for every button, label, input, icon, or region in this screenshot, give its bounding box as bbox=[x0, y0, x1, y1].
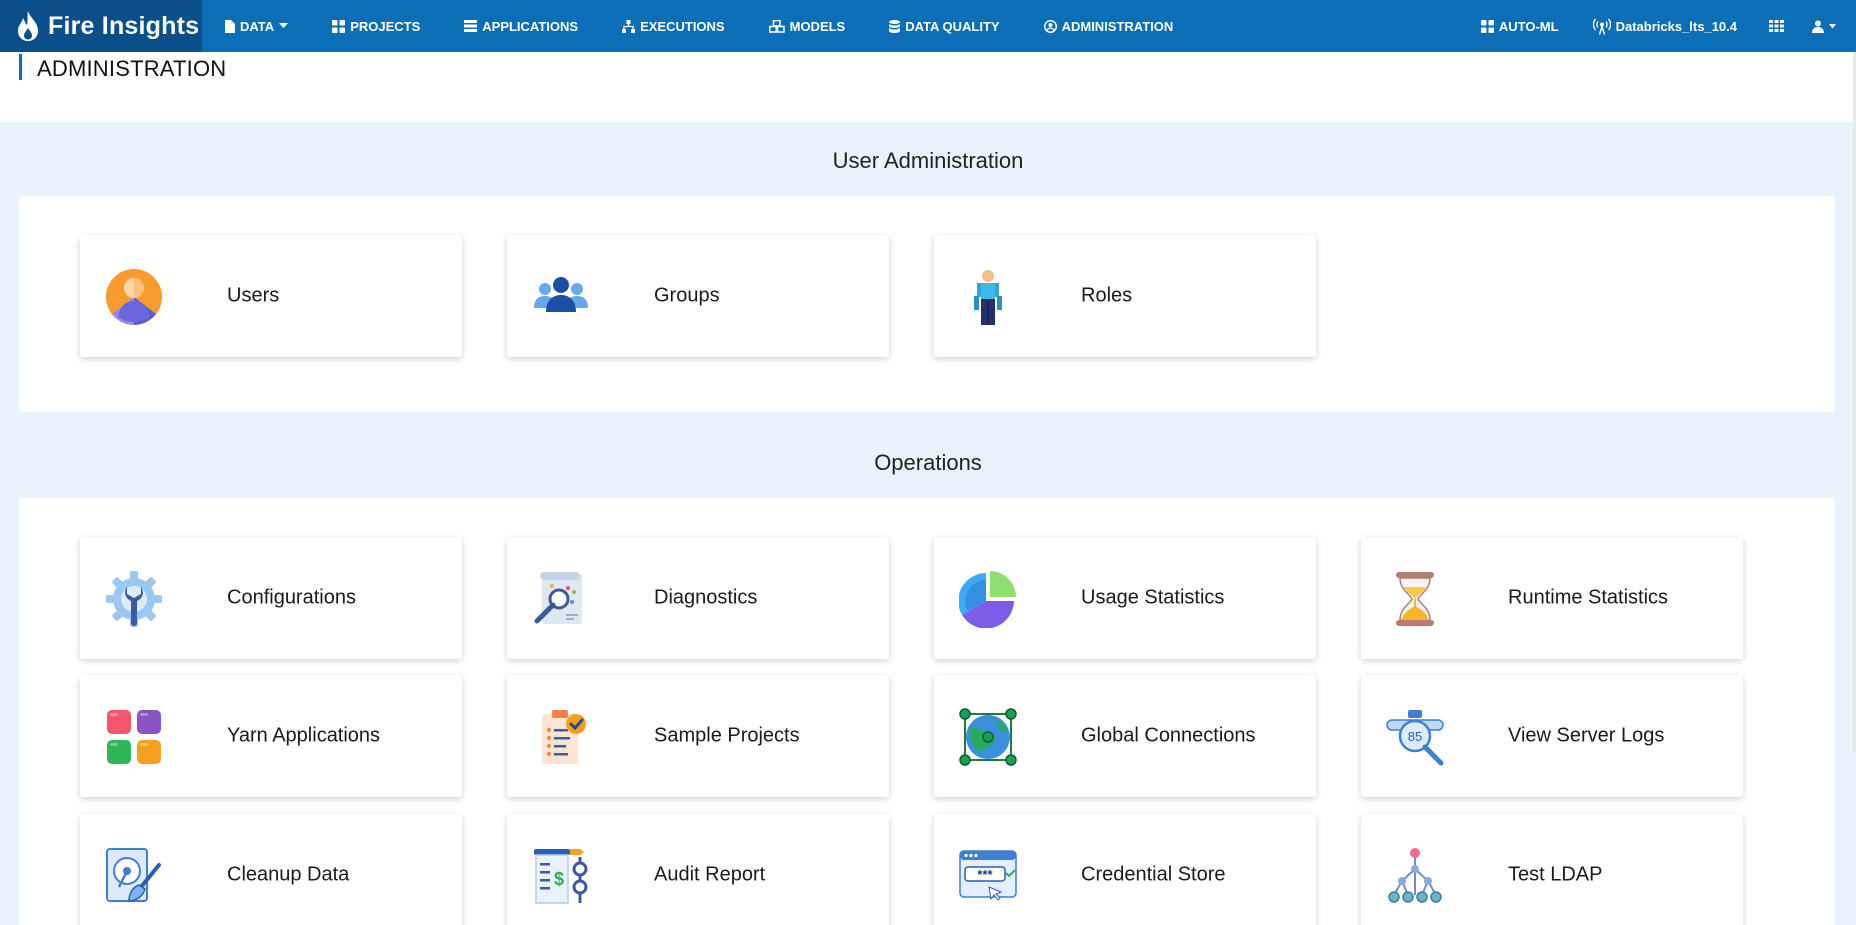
diagnostics-icon bbox=[532, 570, 590, 628]
yarn-applications-label: Yarn Applications bbox=[227, 724, 381, 747]
groups-label: Groups bbox=[654, 284, 720, 307]
nav-data[interactable]: DATA bbox=[224, 0, 289, 52]
list-icon bbox=[464, 20, 478, 32]
nav-applications-label: APPLICATIONS bbox=[482, 18, 579, 34]
groups-card[interactable]: Groups bbox=[507, 235, 889, 357]
dollar-glyph: $ bbox=[554, 869, 564, 889]
runtime-statistics-card[interactable]: Runtime Statistics bbox=[1361, 537, 1743, 659]
nav-auto-ml-label: AUTO-ML bbox=[1498, 18, 1559, 34]
top-navbar: Fire Insights DATA PROJECTS APPLICATIONS… bbox=[0, 0, 1856, 52]
brand-logo[interactable]: Fire Insights bbox=[0, 0, 202, 52]
nav-administration[interactable]: ADMINISTRATION bbox=[1043, 0, 1174, 52]
hourglass-icon bbox=[1386, 570, 1444, 628]
server-logs-icon: 85 bbox=[1386, 708, 1444, 766]
roles-card[interactable]: Roles bbox=[934, 235, 1316, 357]
nav-data-label: DATA bbox=[240, 18, 275, 34]
server-logs-badge: 85 bbox=[1408, 729, 1422, 744]
roles-label: Roles bbox=[1081, 284, 1133, 307]
configurations-label: Configurations bbox=[227, 586, 356, 609]
user-menu-button[interactable] bbox=[1812, 0, 1836, 52]
global-connections-icon bbox=[959, 708, 1017, 766]
page-title: ADMINISTRATION bbox=[37, 56, 227, 81]
usage-statistics-card[interactable]: Usage Statistics bbox=[934, 537, 1316, 659]
usage-statistics-icon bbox=[959, 570, 1017, 628]
audit-report-label: Audit Report bbox=[654, 863, 766, 886]
global-connections-label: Global Connections bbox=[1081, 724, 1256, 747]
test-ldap-label: Test LDAP bbox=[1508, 863, 1603, 886]
user-circle-icon bbox=[1043, 19, 1057, 33]
configurations-card[interactable]: Configurations bbox=[80, 537, 462, 659]
cubes-icon bbox=[768, 19, 785, 33]
diagnostics-card[interactable]: Diagnostics bbox=[507, 537, 889, 659]
nav-data-quality-label: DATA QUALITY bbox=[905, 18, 1000, 34]
audit-report-icon: $ bbox=[532, 847, 590, 905]
grid-icon bbox=[332, 19, 346, 33]
cleanup-data-icon bbox=[105, 847, 163, 905]
sample-projects-icon bbox=[532, 708, 590, 766]
roles-icon bbox=[959, 268, 1017, 326]
grid-icon bbox=[1480, 19, 1494, 33]
credential-store-icon: *** bbox=[959, 847, 1017, 905]
apps-menu-button[interactable] bbox=[1769, 0, 1784, 52]
caret-down-icon bbox=[279, 23, 289, 28]
test-ldap-card[interactable]: Test LDAP bbox=[1361, 814, 1743, 925]
brand-name: Fire Insights bbox=[48, 11, 200, 40]
table-grid-icon bbox=[1769, 20, 1784, 32]
nav-executions-label: EXECUTIONS bbox=[640, 18, 725, 34]
configurations-icon bbox=[105, 570, 163, 628]
nav-administration-label: ADMINISTRATION bbox=[1061, 18, 1174, 34]
operations-panel: Configurations Diagnostics Usage Statist… bbox=[19, 498, 1835, 925]
usage-statistics-label: Usage Statistics bbox=[1081, 586, 1225, 609]
global-connections-card[interactable]: Global Connections bbox=[934, 675, 1316, 797]
yarn-applications-card[interactable]: Yarn Applications bbox=[80, 675, 462, 797]
title-accent-bar bbox=[19, 54, 22, 80]
users-card[interactable]: Users bbox=[80, 235, 462, 357]
nav-applications[interactable]: APPLICATIONS bbox=[464, 0, 578, 52]
sitemap-icon bbox=[622, 19, 636, 33]
view-server-logs-label: View Server Logs bbox=[1508, 724, 1665, 747]
flame-icon bbox=[18, 11, 38, 41]
sample-projects-label: Sample Projects bbox=[654, 724, 800, 747]
cluster-selector[interactable]: Databricks_lts_10.4 bbox=[1592, 0, 1737, 52]
diagnostics-label: Diagnostics bbox=[654, 586, 758, 609]
nav-models[interactable]: MODELS bbox=[768, 0, 846, 52]
audit-report-card[interactable]: $ Audit Report bbox=[507, 814, 889, 925]
operations-title: Operations bbox=[874, 450, 982, 475]
caret-down-icon bbox=[1829, 23, 1836, 28]
database-icon bbox=[889, 19, 901, 33]
credential-store-card[interactable]: *** Credential Store bbox=[934, 814, 1316, 925]
nav-auto-ml[interactable]: AUTO-ML bbox=[1480, 0, 1559, 52]
user-icon bbox=[1812, 20, 1824, 33]
users-label: Users bbox=[227, 284, 280, 307]
file-icon bbox=[225, 19, 235, 33]
nav-projects-label: PROJECTS bbox=[350, 18, 421, 34]
groups-icon bbox=[532, 268, 590, 326]
ldap-icon bbox=[1386, 847, 1444, 905]
credential-store-label: Credential Store bbox=[1081, 863, 1226, 886]
cleanup-data-label: Cleanup Data bbox=[227, 863, 350, 886]
user-administration-panel: Users Groups Roles bbox=[19, 196, 1835, 412]
nav-projects[interactable]: PROJECTS bbox=[332, 0, 420, 52]
yarn-applications-icon bbox=[105, 708, 163, 766]
credential-badge: *** bbox=[977, 867, 993, 882]
page-header: ADMINISTRATION bbox=[0, 52, 1856, 122]
users-icon bbox=[105, 268, 163, 326]
nav-executions[interactable]: EXECUTIONS bbox=[622, 0, 725, 52]
cluster-name: Databricks_lts_10.4 bbox=[1615, 18, 1737, 34]
cleanup-data-card[interactable]: Cleanup Data bbox=[80, 814, 462, 925]
sample-projects-card[interactable]: Sample Projects bbox=[507, 675, 889, 797]
nav-models-label: MODELS bbox=[789, 18, 846, 34]
runtime-statistics-label: Runtime Statistics bbox=[1508, 586, 1669, 609]
user-administration-title: User Administration bbox=[832, 148, 1024, 173]
broadcast-icon bbox=[1592, 18, 1611, 35]
nav-data-quality[interactable]: DATA QUALITY bbox=[889, 0, 1000, 52]
view-server-logs-card[interactable]: 85 View Server Logs bbox=[1361, 675, 1743, 797]
